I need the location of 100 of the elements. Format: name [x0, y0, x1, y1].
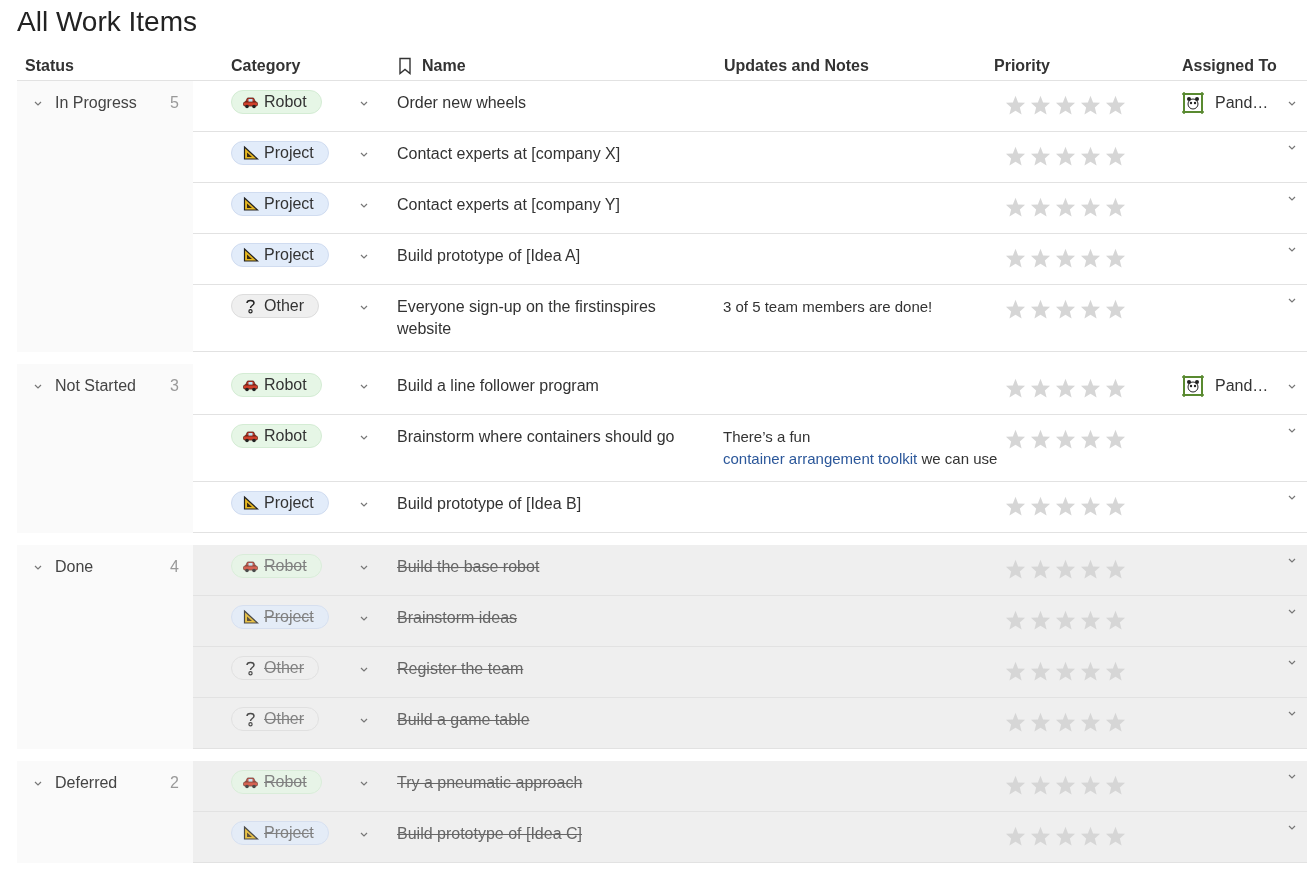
star-rating[interactable] — [1005, 299, 1126, 319]
star-icon — [1055, 429, 1076, 449]
triangle-ruler-icon — [242, 145, 259, 161]
star-icon — [1055, 248, 1076, 268]
star-icon — [1105, 559, 1126, 579]
star-rating[interactable] — [1005, 146, 1126, 166]
star-icon — [1105, 826, 1126, 846]
star-icon — [1005, 146, 1026, 166]
star-icon — [1030, 775, 1051, 795]
star-icon — [1080, 661, 1101, 681]
star-icon — [1030, 559, 1051, 579]
star-icon — [1105, 197, 1126, 217]
star-icon — [1030, 378, 1051, 398]
category-label: Other — [264, 710, 304, 728]
star-icon — [1080, 559, 1101, 579]
star-icon — [1005, 429, 1026, 449]
category-label: Other — [264, 659, 304, 677]
star-icon — [1055, 661, 1076, 681]
column-header[interactable]: Priority — [994, 57, 1050, 75]
star-icon — [1005, 496, 1026, 516]
star-rating[interactable] — [1005, 197, 1126, 217]
item-count: 2 — [170, 774, 179, 792]
star-icon — [1105, 661, 1126, 681]
triangle-ruler-icon — [242, 247, 259, 263]
star-icon — [1105, 610, 1126, 630]
star-icon — [1055, 610, 1076, 630]
star-icon — [1105, 299, 1126, 319]
star-rating[interactable] — [1005, 712, 1126, 732]
star-icon — [1080, 775, 1101, 795]
column-header[interactable]: Status — [25, 57, 74, 75]
star-icon — [1005, 378, 1026, 398]
star-icon — [1080, 299, 1101, 319]
star-icon — [1005, 826, 1026, 846]
star-icon — [1055, 95, 1076, 115]
star-rating[interactable] — [1005, 826, 1126, 846]
star-icon — [1080, 712, 1101, 732]
star-icon — [1080, 826, 1101, 846]
panda-icon — [1181, 91, 1205, 115]
triangle-ruler-icon — [242, 825, 259, 841]
note-link[interactable]: container arrangement toolkit — [723, 450, 918, 467]
item-count: 5 — [170, 94, 179, 112]
star-icon — [1005, 248, 1026, 268]
column-header[interactable]: Name — [422, 57, 466, 75]
star-icon — [1080, 610, 1101, 630]
category-label: Robot — [264, 427, 307, 445]
star-icon — [1030, 197, 1051, 217]
star-rating[interactable] — [1005, 775, 1126, 795]
star-icon — [1105, 775, 1126, 795]
category-label: Project — [264, 246, 314, 264]
category-label: Robot — [264, 773, 307, 791]
star-icon — [1105, 146, 1126, 166]
star-rating[interactable] — [1005, 559, 1126, 579]
star-icon — [1055, 559, 1076, 579]
column-header[interactable]: Updates and Notes — [724, 57, 869, 75]
panda-icon — [1181, 374, 1205, 398]
status-label: In Progress — [55, 94, 138, 112]
star-rating[interactable] — [1005, 429, 1126, 449]
item-name: Brainstorm ideas — [397, 609, 518, 626]
star-icon — [1105, 429, 1126, 449]
category-label: Robot — [264, 376, 307, 394]
star-icon — [1030, 299, 1051, 319]
star-rating[interactable] — [1005, 496, 1126, 516]
page-title: All Work Items — [17, 6, 198, 38]
star-icon — [1005, 559, 1026, 579]
assignee-name: Pand… — [1215, 94, 1270, 112]
item-name: Build a line follower program — [397, 377, 599, 394]
star-icon — [1055, 197, 1076, 217]
star-icon — [1005, 299, 1026, 319]
star-icon — [1030, 429, 1051, 449]
star-icon — [1005, 197, 1026, 217]
star-icon — [1080, 248, 1101, 268]
star-icon — [1055, 712, 1076, 732]
triangle-ruler-icon — [242, 196, 259, 212]
star-icon — [1055, 146, 1076, 166]
car-icon — [242, 774, 259, 790]
car-icon — [242, 377, 259, 393]
column-header[interactable]: Assigned To — [1182, 57, 1277, 75]
star-icon — [1055, 775, 1076, 795]
star-rating[interactable] — [1005, 95, 1126, 115]
column-header[interactable]: Category — [231, 57, 301, 75]
star-icon — [1055, 299, 1076, 319]
star-icon — [1105, 496, 1126, 516]
item-name: Contact experts at [company Y] — [397, 196, 620, 213]
star-icon — [1055, 378, 1076, 398]
star-rating[interactable] — [1005, 378, 1126, 398]
star-icon — [1055, 496, 1076, 516]
star-icon — [1080, 197, 1101, 217]
item-count: 3 — [170, 377, 179, 395]
star-icon — [1030, 496, 1051, 516]
star-rating[interactable] — [1005, 610, 1126, 630]
star-icon — [1005, 661, 1026, 681]
star-icon — [1030, 712, 1051, 732]
assignee-name: Pand… — [1215, 377, 1270, 395]
star-icon — [1030, 95, 1051, 115]
star-rating[interactable] — [1005, 248, 1126, 268]
star-icon — [1030, 610, 1051, 630]
star-rating[interactable] — [1005, 661, 1126, 681]
category-label: Project — [264, 824, 314, 842]
item-name: Build prototype of [Idea B] — [397, 495, 582, 512]
car-icon — [242, 94, 259, 110]
